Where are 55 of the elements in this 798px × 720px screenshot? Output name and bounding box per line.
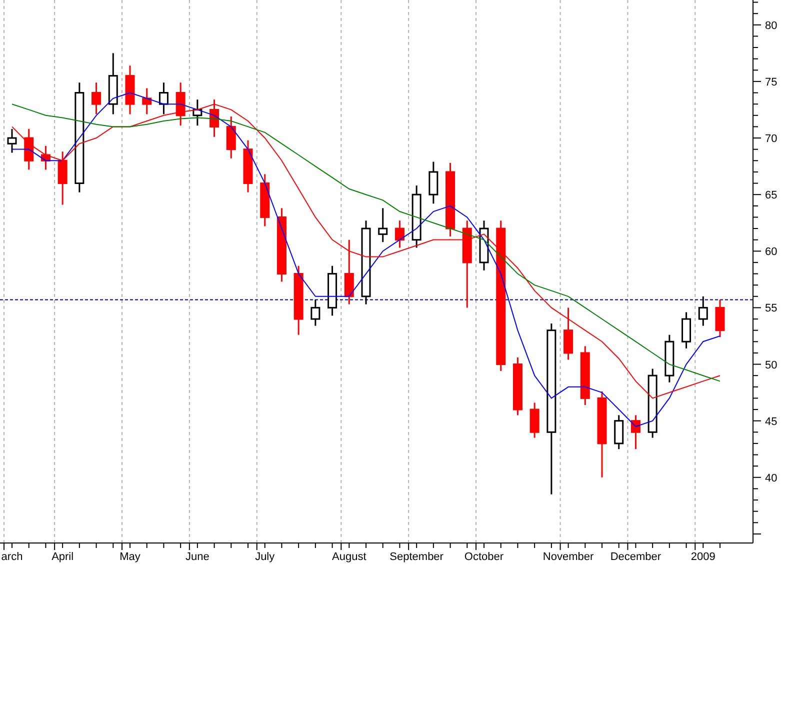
candlestick — [614, 415, 624, 450]
axis-label: 80 — [765, 20, 778, 32]
candlestick — [108, 53, 118, 114]
candlestick — [715, 300, 725, 338]
axis-label: 70 — [765, 133, 778, 145]
axis-label: July — [255, 551, 275, 563]
axis-label: arch — [1, 551, 23, 563]
axis-label: August — [332, 551, 366, 563]
axis-label: September — [390, 551, 444, 563]
candlestick — [310, 300, 320, 326]
candlestick — [58, 152, 68, 205]
candlestick — [125, 66, 135, 114]
candlestick — [682, 312, 692, 348]
axis-label: 65 — [765, 190, 778, 202]
axis-label: April — [52, 551, 74, 563]
candlestick — [564, 308, 574, 360]
candlestick — [479, 220, 489, 270]
axis-label: October — [464, 551, 504, 563]
candlestick — [698, 296, 708, 326]
candlestick — [328, 266, 338, 316]
candlestick — [260, 174, 270, 226]
candlestick — [630, 415, 640, 450]
axis-label: November — [542, 551, 594, 563]
axis-label: 45 — [765, 416, 778, 428]
candlestick — [24, 128, 34, 170]
axis-label: 75 — [765, 76, 778, 88]
candlestick — [40, 146, 50, 170]
candlestick — [158, 82, 168, 114]
axis-label: 60 — [765, 246, 778, 258]
candlestick — [428, 162, 438, 204]
axis-label: 40 — [765, 472, 778, 484]
axis-label: December — [610, 551, 662, 563]
candlestick — [512, 357, 522, 416]
candlestick — [378, 208, 388, 242]
candlestick — [92, 82, 102, 114]
candlestick — [394, 220, 404, 248]
axis-label: 2009 — [690, 551, 716, 563]
candlestick — [530, 402, 540, 438]
axis-label: 55 — [765, 302, 778, 315]
axis-label: 50 — [765, 359, 778, 372]
candlestick — [580, 346, 590, 405]
candlestick — [664, 334, 674, 382]
candlestick — [192, 100, 202, 126]
candlestick — [294, 266, 304, 335]
axis-label: May — [120, 551, 140, 563]
candlestick — [344, 240, 354, 304]
candlestick — [412, 186, 422, 248]
candlestick — [226, 116, 236, 158]
candlestick — [210, 100, 220, 137]
candlestick — [142, 88, 152, 114]
candlestick — [243, 140, 253, 192]
candlestick — [648, 368, 658, 438]
candlestick — [176, 82, 186, 126]
axis-label: June — [186, 551, 210, 563]
candlestick — [7, 128, 17, 153]
